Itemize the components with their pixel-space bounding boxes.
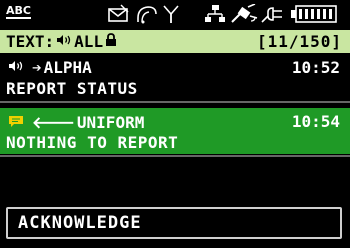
power-plug-icon bbox=[260, 4, 286, 26]
audio-alert-icon bbox=[56, 32, 72, 51]
input-mode-indicator: ABC bbox=[6, 4, 31, 19]
message-item[interactable]: ➔ ALPHA 10:52 REPORT STATUS bbox=[0, 54, 350, 100]
audio-alert-icon bbox=[8, 58, 26, 77]
message-body: NOTHING TO REPORT bbox=[6, 133, 179, 152]
message-sender: ALPHA bbox=[43, 58, 92, 77]
message-sender: UNIFORM bbox=[76, 112, 145, 132]
message-time: 10:54 bbox=[291, 112, 340, 131]
mail-icon bbox=[107, 4, 131, 26]
satellite-dish-icon bbox=[135, 4, 159, 26]
divider bbox=[0, 101, 350, 103]
antenna-icon bbox=[162, 4, 180, 26]
inbox-header: TEXT: ALL [11/150] bbox=[0, 30, 350, 53]
outgoing-arrow-icon: 🡐 bbox=[32, 113, 75, 132]
status-bar: ABC bbox=[0, 0, 350, 30]
divider bbox=[0, 155, 350, 157]
acknowledge-label: ACKNOWLEDGE bbox=[18, 213, 142, 233]
message-time: 10:52 bbox=[291, 58, 340, 77]
gps-satellite-icon bbox=[230, 4, 258, 26]
incoming-arrow-icon: ➔ bbox=[32, 58, 42, 77]
lock-icon bbox=[105, 32, 117, 51]
header-filter[interactable]: ALL bbox=[74, 32, 103, 51]
network-icon bbox=[204, 4, 226, 26]
message-body: REPORT STATUS bbox=[6, 79, 138, 98]
message-bubble-icon bbox=[8, 113, 26, 132]
message-counter: [11/150] bbox=[256, 32, 342, 51]
header-title: TEXT: bbox=[6, 32, 55, 51]
battery-icon bbox=[290, 4, 338, 26]
message-item-selected[interactable]: 🡐 UNIFORM 10:54 NOTHING TO REPORT bbox=[0, 108, 350, 154]
acknowledge-button[interactable]: ACKNOWLEDGE bbox=[6, 207, 342, 239]
